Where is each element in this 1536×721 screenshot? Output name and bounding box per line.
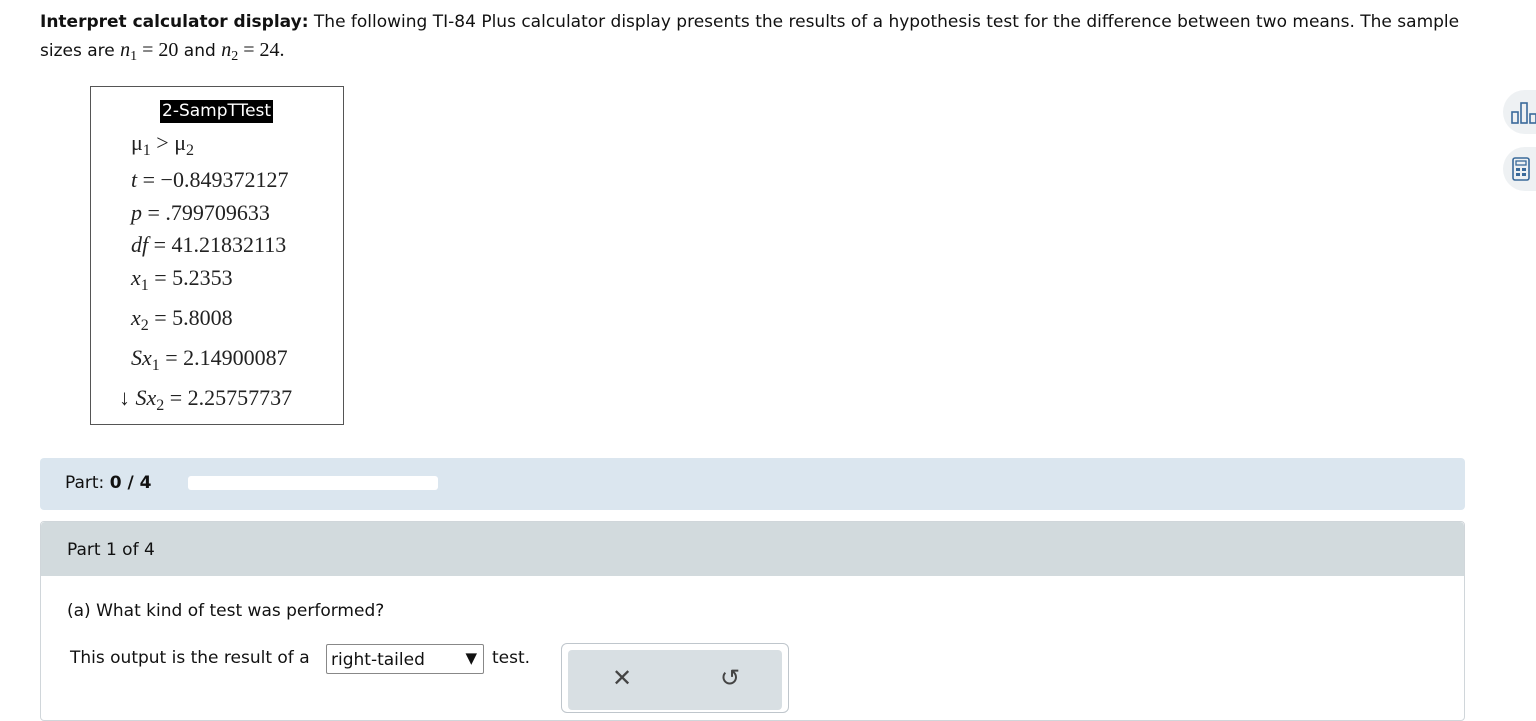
answer-actions-toolbar: ✕ ↺ (568, 650, 782, 710)
progress-track (188, 476, 438, 490)
undo-button[interactable]: ↺ (712, 663, 748, 693)
undo-icon: ↺ (719, 664, 741, 692)
progress-label: Part: 0 / 4 (65, 473, 152, 493)
clear-button[interactable]: ✕ (604, 663, 640, 693)
n2-expression: n2 = 24. (221, 39, 285, 64)
close-icon: ✕ (611, 664, 633, 692)
question-text: (a) What kind of test was performed? (67, 601, 385, 621)
part-header: Part 1 of 4 (41, 522, 1464, 576)
t-statistic-line: t = −0.849372127 (131, 167, 289, 192)
mean2-line: x2 = 5.8008 (131, 305, 233, 334)
p-value-line: p = .799709633 (131, 200, 270, 225)
and-text: and (178, 41, 222, 61)
problem-heading: Interpret calculator display: (40, 12, 309, 32)
answer-prefix: This output is the result of a (70, 648, 310, 668)
progress-value: 0 / 4 (109, 473, 152, 493)
hypothesis-line: μ1 > μ2 (131, 130, 194, 159)
df-line: df = 41.21832113 (131, 232, 287, 257)
mean1-line: x1 = 5.2353 (131, 265, 233, 294)
calculator-icon (1512, 157, 1530, 181)
test-type-select[interactable]: right-tailed ▼ (326, 644, 484, 674)
bar-chart-icon (1511, 102, 1536, 124)
sd2-line: ↓ Sx2 = 2.25757737 (119, 385, 293, 414)
calculator-display: 2-SampTTest μ1 > μ2 t = −0.849372127 p =… (90, 86, 344, 425)
sd1-line: Sx1 = 2.14900087 (131, 345, 288, 374)
problem-statement: Interpret calculator display: The follow… (40, 8, 1480, 65)
scroll-down-arrow-icon: ↓ (119, 385, 136, 410)
data-tool-button[interactable] (1503, 90, 1536, 134)
answer-suffix: test. (492, 648, 531, 668)
select-value: right-tailed (331, 650, 425, 670)
calculator-tool-button[interactable] (1503, 147, 1536, 191)
calculator-title: 2-SampTTest (160, 100, 274, 123)
part-header-label: Part 1 of 4 (67, 540, 155, 560)
part-progress-bar: Part: 0 / 4 (40, 458, 1465, 510)
n1-expression: n1 = 20 (120, 39, 179, 64)
answer-actions: ✕ ↺ (561, 643, 789, 713)
dropdown-arrow-icon: ▼ (465, 649, 477, 667)
